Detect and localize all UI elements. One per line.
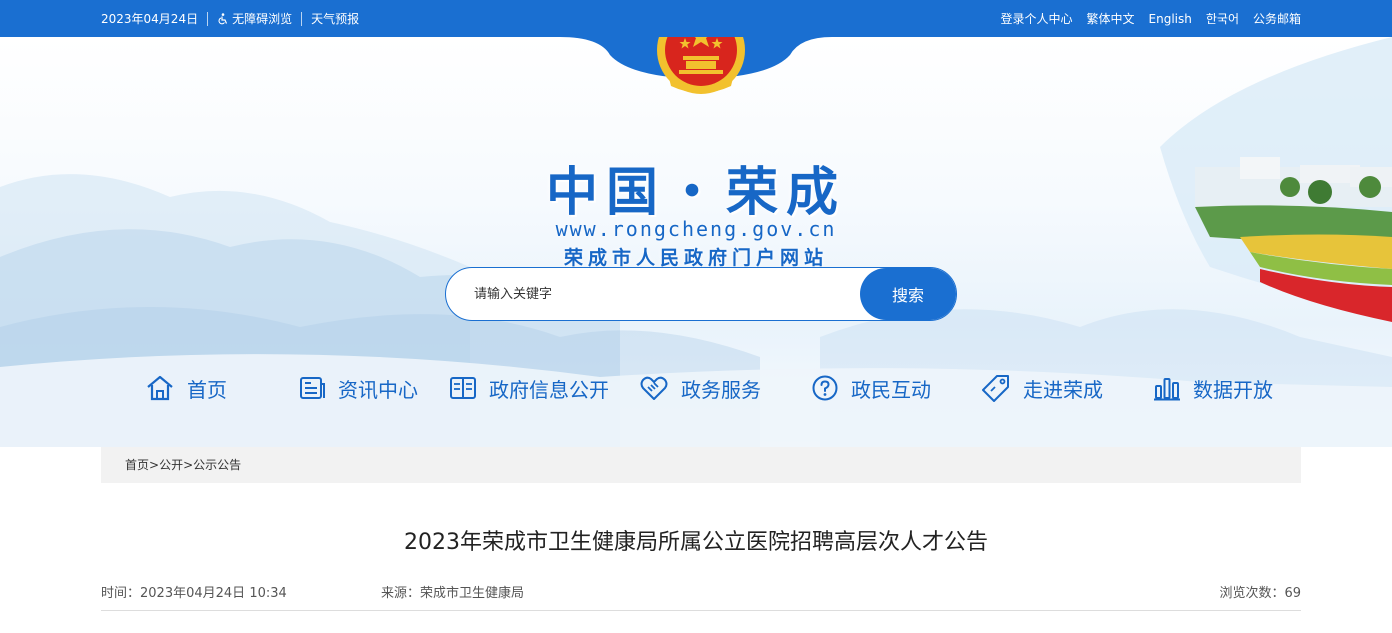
breadcrumb-separator: > [183, 458, 194, 472]
source-label: 来源： [381, 586, 421, 601]
national-emblem-icon [657, 37, 745, 94]
time-label: 时间： [101, 586, 141, 601]
breadcrumb-home[interactable]: 首页 [125, 458, 149, 472]
nav-label: 政务服务 [681, 377, 761, 402]
traditional-chinese-link[interactable]: 繁体中文 [1087, 10, 1135, 27]
site-url: www.rongcheng.gov.cn [555, 217, 837, 241]
divider [301, 11, 303, 26]
source-value: 荣成市卫生健康局 [420, 586, 525, 601]
nav-item-home[interactable]: 首页 [145, 362, 227, 414]
top-bar-right: 登录个人中心 繁体中文 English 한국어 公务邮箱 [986, 0, 1301, 37]
top-bar: 2023年04月24日 无障碍浏览 天气预报 登录个人中心 繁体中文 Engli… [0, 0, 1392, 37]
news-icon [300, 377, 325, 399]
accessibility-label: 无障碍浏览 [232, 12, 293, 26]
home-icon [147, 375, 173, 401]
handshake-icon [640, 376, 668, 400]
search-input[interactable] [474, 282, 854, 306]
nav-item-news[interactable]: 资讯中心 [298, 362, 418, 414]
nav-label: 数据开放 [1193, 377, 1273, 402]
top-bar-left: 2023年04月24日 无障碍浏览 天气预报 [101, 0, 359, 37]
header-banner: 中国・荣成 www.rongcheng.gov.cn 荣成市人民政府门户网站 搜… [0, 37, 1392, 447]
site-title: 中国・荣成 [545, 163, 846, 223]
search-button[interactable]: 搜索 [860, 268, 956, 320]
nav-item-open-data[interactable]: 数据开放 [1153, 362, 1273, 414]
book-icon [450, 377, 476, 399]
time-value: 2023年04月24日 10:34 [140, 586, 287, 601]
breadcrumb-separator: > [149, 458, 160, 472]
search-box: 搜索 [445, 267, 957, 321]
weather-link[interactable]: 天气预报 [311, 10, 359, 27]
publish-time: 时间：2023年04月24日 10:34 [101, 582, 287, 601]
bar-chart-icon [1154, 378, 1180, 401]
article-title: 2023年荣成市卫生健康局所属公立医院招聘高层次人才公告 [404, 530, 988, 555]
breadcrumb-public[interactable]: 公开 [159, 458, 183, 472]
tag-icon [982, 375, 1009, 402]
divider [207, 11, 209, 26]
breadcrumb: 首页>公开>公示公告 [101, 447, 1301, 483]
main-nav: 首页 资讯中心 政府信息公开 政务服务 政民互动 走进荣成 数据开放 [0, 362, 1392, 414]
nav-label: 资讯中心 [338, 377, 418, 402]
login-link[interactable]: 登录个人中心 [1000, 10, 1072, 27]
wheelchair-icon [218, 12, 228, 24]
divider [101, 610, 1301, 611]
korean-link[interactable]: 한국어 [1206, 10, 1239, 27]
site-subtitle: 荣成市人民政府门户网站 [563, 247, 828, 269]
nav-label: 政民互动 [851, 377, 931, 402]
nav-label: 政府信息公开 [489, 377, 609, 402]
views-label: 浏览次数： [1219, 586, 1285, 601]
current-date: 2023年04月24日 [101, 12, 199, 26]
nav-item-interaction[interactable]: 政民互动 [811, 362, 931, 414]
view-count: 浏览次数：69 [1219, 582, 1301, 601]
nav-label: 首页 [187, 377, 227, 402]
article-meta: 时间：2023年04月24日 10:34 来源：荣成市卫生健康局 浏览次数：69 [101, 582, 1301, 602]
nav-item-gov-info[interactable]: 政府信息公开 [449, 362, 609, 414]
question-icon [812, 375, 838, 401]
nav-item-services[interactable]: 政务服务 [639, 362, 761, 414]
english-link[interactable]: English [1149, 12, 1192, 26]
article-source: 来源：荣成市卫生健康局 [381, 582, 524, 601]
accessibility-link[interactable]: 无障碍浏览 [217, 10, 292, 27]
email-link[interactable]: 公务邮箱 [1253, 10, 1301, 27]
nav-label: 走进荣成 [1023, 377, 1103, 402]
nav-item-about[interactable]: 走进荣成 [981, 362, 1103, 414]
breadcrumb-notice[interactable]: 公示公告 [193, 458, 241, 472]
views-value: 69 [1284, 586, 1301, 601]
